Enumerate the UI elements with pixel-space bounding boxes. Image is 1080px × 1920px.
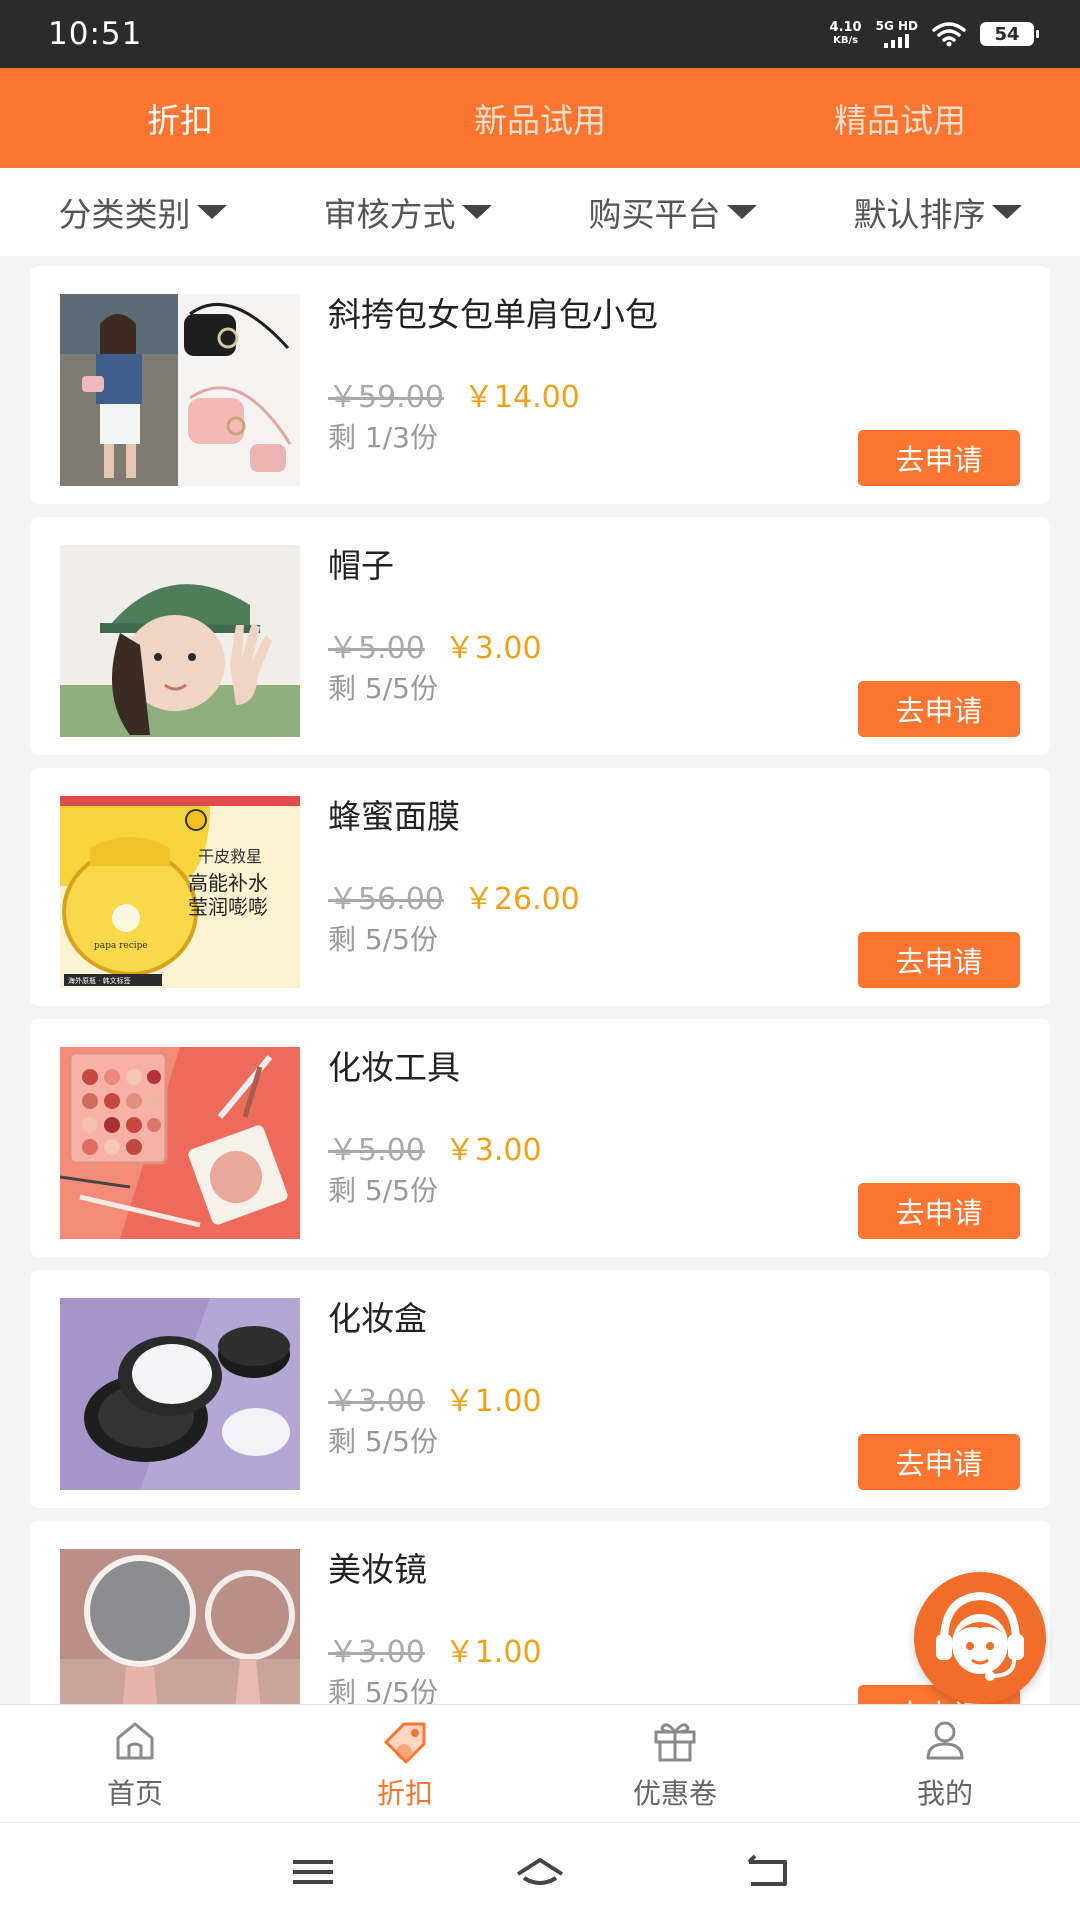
product-title: 帽子: [328, 546, 394, 585]
product-title: 化妆工具: [328, 1048, 460, 1087]
wifi-icon: [932, 22, 966, 47]
network-speed-unit: KB/s: [833, 35, 859, 46]
back-icon[interactable]: [739, 1852, 795, 1892]
remaining-count: 剩 5/5份: [328, 672, 438, 705]
product-title: 化妆盒: [328, 1299, 427, 1338]
mask-text-glow: 莹润嘭嘭: [188, 895, 268, 919]
discount-price: ￥14.00: [463, 380, 580, 415]
tab-new-trial[interactable]: 新品试用: [360, 94, 720, 142]
original-price: ￥5.00: [328, 1133, 425, 1168]
apply-button[interactable]: 去申请: [858, 1183, 1020, 1239]
mask-footnote: 海外原瓶 · 韩文标签: [68, 976, 131, 985]
remaining-count: 剩 5/5份: [328, 1174, 438, 1207]
product-card[interactable]: 美妆镜 ￥3.00 ￥1.00 剩 5/5份 去申请: [30, 1521, 1050, 1704]
remaining-count: 剩 1/3份: [328, 421, 438, 454]
product-card[interactable]: 帽子 ￥5.00 ￥3.00 剩 5/5份 去申请: [30, 517, 1050, 755]
cell-signal-icon: 5G HD: [876, 20, 918, 48]
battery-icon: 54: [980, 22, 1039, 46]
user-icon: [926, 1721, 964, 1759]
gift-icon: [654, 1722, 696, 1761]
status-time: 10:51: [48, 16, 143, 52]
discount-price: ￥3.00: [444, 1133, 542, 1168]
network-speed-value: 4.10: [829, 20, 862, 35]
mask-text-dry-skin: 干皮救星: [198, 847, 262, 866]
nav-mine-label: 我的: [916, 1776, 973, 1810]
original-price: ￥59.00: [328, 380, 444, 415]
mask-text-hydrate: 高能补水: [188, 871, 268, 895]
filter-platform-label: 购买平台: [588, 195, 721, 234]
discount-price: ￥26.00: [463, 882, 580, 917]
caret-down-icon: [196, 205, 227, 219]
product-title: 斜挎包女包单肩包小包: [328, 295, 658, 334]
product-image-mask: 干皮救星 高能补水 莹润嘭嘭 papa recipe 海外原瓶 · 韩文标签: [60, 796, 300, 988]
filter-bar: 分类类别 审核方式 购买平台 默认排序: [0, 168, 1080, 256]
caret-down-icon: [991, 205, 1022, 219]
tab-premium-trial[interactable]: 精品试用: [720, 94, 1080, 142]
remaining-count: 剩 5/5份: [328, 1425, 438, 1458]
original-price: ￥3.00: [328, 1384, 425, 1419]
product-image-makeup-tools: [60, 1047, 300, 1239]
original-price: ￥56.00: [328, 882, 444, 917]
product-card[interactable]: 化妆工具 ￥5.00 ￥3.00 剩 5/5份 去申请: [30, 1019, 1050, 1257]
filter-review-method[interactable]: 审核方式: [324, 188, 492, 236]
status-bar: 10:51 4.10 KB/s 5G HD 54: [0, 0, 1080, 68]
nav-home-label: 首页: [106, 1776, 163, 1810]
filter-category[interactable]: 分类类别: [59, 188, 227, 236]
filter-platform[interactable]: 购买平台: [589, 188, 757, 236]
discount-price: ￥1.00: [444, 1384, 542, 1419]
signal-label: 5G HD: [875, 19, 918, 33]
product-image-makeup-case: [60, 1298, 300, 1490]
nav-mine[interactable]: 我的: [810, 1716, 1080, 1812]
top-tabs: 折扣 新品试用 精品试用: [0, 68, 1080, 168]
product-title: 美妆镜: [328, 1550, 427, 1589]
nav-discount[interactable]: 折扣: [270, 1716, 540, 1812]
product-title: 蜂蜜面膜: [328, 797, 460, 836]
product-image-mirror: [60, 1549, 300, 1704]
product-image-cap: [60, 545, 300, 737]
network-speed: 4.10 KB/s: [830, 21, 862, 47]
home-icon: [116, 1722, 154, 1759]
apply-button[interactable]: 去申请: [858, 430, 1020, 486]
apply-button[interactable]: 去申请: [858, 932, 1020, 988]
product-card[interactable]: 斜挎包女包单肩包小包 ￥59.00 ￥14.00 剩 1/3份 去申请: [30, 266, 1050, 504]
apply-button[interactable]: 去申请: [858, 681, 1020, 737]
product-card[interactable]: 化妆盒 ￥3.00 ￥1.00 剩 5/5份 去申请: [30, 1270, 1050, 1508]
product-card[interactable]: 干皮救星 高能补水 莹润嘭嘭 papa recipe 海外原瓶 · 韩文标签 蜂…: [30, 768, 1050, 1006]
customer-service-button[interactable]: [914, 1572, 1046, 1704]
nav-coupons[interactable]: 优惠卷: [540, 1716, 810, 1812]
remaining-count: 剩 5/5份: [328, 1676, 438, 1704]
apply-button[interactable]: 去申请: [858, 1434, 1020, 1490]
filter-category-label: 分类类别: [58, 195, 191, 234]
discount-price: ￥1.00: [444, 1635, 542, 1670]
product-list: 斜挎包女包单肩包小包 ￥59.00 ￥14.00 剩 1/3份 去申请 帽子 ￥…: [0, 256, 1080, 1704]
nav-home[interactable]: 首页: [0, 1716, 270, 1812]
filter-sort-label: 默认排序: [853, 195, 986, 234]
discount-price: ￥3.00: [444, 631, 542, 666]
product-image-bag: [60, 294, 300, 486]
nav-discount-label: 折扣: [376, 1776, 433, 1810]
status-icons: 4.10 KB/s 5G HD 54: [830, 20, 1039, 48]
remaining-count: 剩 5/5份: [328, 923, 438, 956]
caret-down-icon: [726, 205, 757, 219]
tag-icon: [384, 1722, 426, 1763]
customer-service-icon: [936, 1591, 1024, 1681]
menu-icon[interactable]: [285, 1852, 341, 1892]
filter-sort[interactable]: 默认排序: [854, 188, 1022, 236]
original-price: ￥3.00: [328, 1635, 425, 1670]
original-price: ￥5.00: [328, 631, 425, 666]
mask-brand: papa recipe: [94, 941, 148, 951]
nav-coupons-label: 优惠卷: [632, 1776, 717, 1810]
tab-discount[interactable]: 折扣: [0, 94, 360, 142]
caret-down-icon: [461, 205, 492, 219]
bottom-nav: 首页 折扣 优惠卷 我的: [0, 1704, 1080, 1822]
filter-review-method-label: 审核方式: [323, 195, 456, 234]
home-button-icon[interactable]: [512, 1852, 568, 1892]
system-nav-bar: [0, 1822, 1080, 1920]
